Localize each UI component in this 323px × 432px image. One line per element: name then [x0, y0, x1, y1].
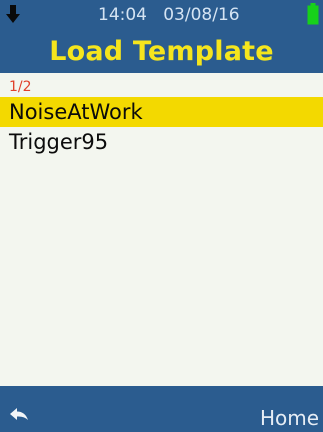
- home-button[interactable]: Home: [260, 406, 319, 430]
- status-time: 14:04: [98, 5, 147, 25]
- header-bar: 14:04 03/08/16 Load Template: [0, 0, 323, 73]
- status-datetime: 14:04 03/08/16: [98, 5, 240, 25]
- list-item-noiseatwork[interactable]: NoiseAtWork: [0, 97, 323, 127]
- back-arrow-icon[interactable]: [9, 407, 29, 423]
- status-date: 03/08/16: [163, 5, 240, 25]
- footer-bar: Home: [0, 386, 323, 432]
- battery-icon: [307, 3, 319, 25]
- list-item-label: Trigger95: [9, 130, 109, 154]
- list-item-trigger95[interactable]: Trigger95: [0, 127, 323, 157]
- page-indicator: 1/2: [9, 79, 32, 95]
- page-title: Load Template: [49, 36, 274, 67]
- arrow-down-icon: [6, 5, 20, 23]
- list-item-label: NoiseAtWork: [9, 100, 143, 124]
- template-list: NoiseAtWork Trigger95: [0, 97, 323, 157]
